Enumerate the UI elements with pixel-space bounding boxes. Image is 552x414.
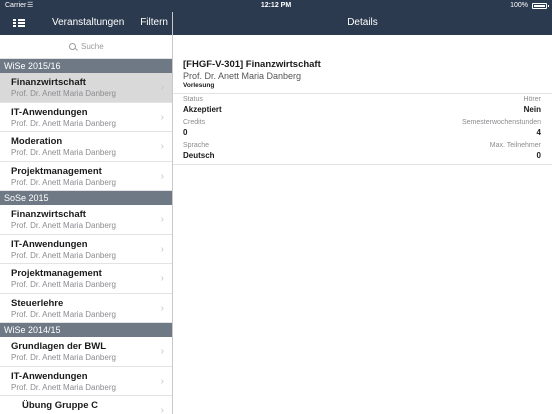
top-bar: Carrier ☰ 12:12 PM 100% Veranstaltungen … (0, 0, 552, 35)
field-value: Deutsch (183, 151, 215, 160)
field-label: Sprache (183, 142, 210, 149)
divider (173, 93, 552, 94)
course-list-item[interactable]: Finanzwirtschaft Prof. Dr. Anett Maria Da… (0, 205, 172, 235)
course-item-title: IT-Anwendungen (11, 106, 88, 118)
chevron-right-icon: › (160, 405, 164, 414)
search-icon (69, 43, 76, 50)
field-label: Credits (183, 119, 206, 126)
course-list-item[interactable]: Finanzwirtschaft Prof. Dr. Anett Maria Da… (0, 73, 172, 103)
course-item-title: Projektmanagement (11, 165, 102, 177)
course-list-item[interactable]: Projektmanagement Prof. Dr. Anett Maria D… (0, 264, 172, 294)
field-value: Nein (523, 105, 541, 114)
detail-nav-bar: Details (173, 12, 552, 35)
course-professor: Prof. Dr. Anett Maria Danberg (183, 71, 302, 81)
course-item-lecturer: Prof. Dr. Anett Maria Danberg (11, 148, 116, 157)
course-list-item[interactable]: Steuerlehre Prof. Dr. Anett Maria Danberg… (0, 294, 172, 323)
course-item-lecturer: Prof. Dr. Anett Maria Danberg (11, 250, 116, 260)
course-item-title: Grundlagen der BWL (11, 341, 106, 352)
chevron-right-icon: › (160, 243, 164, 255)
chevron-right-icon: › (160, 141, 164, 152)
field-value: 0 (183, 128, 188, 137)
course-item-lecturer: Prof. Dr. Anett Maria Danberg (11, 177, 116, 187)
divider (173, 164, 552, 165)
field-label: Status (183, 96, 203, 103)
detail-panel: [FHGF-V-301] Finanzwirtschaft Prof. Dr. … (173, 35, 552, 414)
master-nav-bar: Veranstaltungen Filtern (0, 12, 172, 35)
course-item-lecturer: Prof. Dr. Anett Maria Danberg (11, 89, 116, 98)
course-list-item[interactable]: IT-Anwendungen Prof. Dr. Anett Maria Danb… (0, 367, 172, 396)
course-item-title: IT-Anwendungen (11, 238, 88, 250)
chevron-right-icon: › (160, 302, 164, 314)
field-label: Hörer (523, 96, 541, 103)
detail-row: Sprache Deutsch Max. Teilnehmer 0 (183, 142, 541, 166)
battery-percent: 100% (510, 2, 528, 9)
course-header: [FHGF-V-301] Finanzwirtschaft Prof. Dr. … (183, 59, 321, 89)
course-item-title: Moderation (11, 136, 63, 147)
course-list-item[interactable]: IT-Anwendungen Prof. Dr. Anett Maria Danb… (0, 235, 172, 264)
course-item-title: Finanzwirtschaft (11, 77, 86, 88)
course-title: [FHGF-V-301] Finanzwirtschaft (183, 59, 321, 70)
course-item-title: IT-Anwendungen (11, 370, 88, 382)
course-item-lecturer: Prof. Dr. Anett Maria Danberg (11, 353, 116, 362)
search-bar[interactable]: Suche (0, 35, 172, 59)
chevron-right-icon: › (160, 111, 164, 123)
course-item-lecturer: Prof. Dr. Anett Maria Danberg (11, 280, 116, 289)
course-list-item[interactable]: Grundlagen der BWL Prof. Dr. Anett Maria … (0, 337, 172, 367)
clock: 12:12 PM (260, 2, 292, 9)
section-header: WiSe 2015/16 (0, 59, 172, 73)
chevron-right-icon: › (160, 375, 164, 387)
course-list-item[interactable]: IT-Anwendungen Prof. Dr. Anett Maria Danb… (0, 103, 172, 132)
chevron-right-icon: › (160, 82, 164, 93)
battery-icon (532, 3, 549, 9)
detail-row: Status Akzeptiert Hörer Nein (183, 96, 541, 120)
section-header: SoSe 2015 (0, 191, 172, 205)
course-item-lecturer: Prof. Dr. Anett Maria Danberg (11, 309, 116, 319)
status-bar: Carrier ☰ 12:12 PM 100% (0, 0, 552, 12)
field-value: 0 (536, 151, 541, 160)
chevron-right-icon: › (160, 273, 164, 284)
field-label: Semesterwochenstunden (462, 119, 541, 126)
section-header: WiSe 2014/15 (0, 323, 172, 337)
chevron-right-icon: › (160, 170, 164, 182)
filter-button[interactable]: Filtern (140, 17, 168, 28)
course-item-title: Finanzwirtschaft (11, 209, 86, 220)
course-list-item[interactable]: Übung Gruppe C › (0, 396, 172, 414)
course-item-lecturer: Prof. Dr. Anett Maria Danberg (11, 221, 116, 230)
chevron-right-icon: › (160, 214, 164, 225)
menu-icon[interactable] (13, 18, 25, 28)
field-value: Akzeptiert (183, 105, 222, 114)
course-item-title: Projektmanagement (11, 268, 102, 279)
course-item-title: Übung Gruppe C (22, 400, 98, 411)
detail-row: Credits 0 Semesterwochenstunden 4 (183, 119, 541, 143)
field-label: Max. Teilnehmer (489, 142, 541, 149)
course-list: Suche WiSe 2015/16 Finanzwirtschaft Prof. … (0, 35, 172, 414)
master-title: Veranstaltungen (52, 17, 125, 28)
detail-title: Details (347, 17, 378, 28)
course-item-lecturer: Prof. Dr. Anett Maria Danberg (11, 382, 116, 392)
search-placeholder: Suche (81, 42, 104, 51)
course-list-item[interactable]: Projektmanagement Prof. Dr. Anett Maria D… (0, 162, 172, 191)
course-type: Vorlesung (183, 82, 215, 89)
course-item-title: Steuerlehre (11, 297, 64, 309)
field-value: 4 (536, 128, 541, 137)
course-item-lecturer: Prof. Dr. Anett Maria Danberg (11, 118, 116, 128)
course-list-item[interactable]: Moderation Prof. Dr. Anett Maria Danberg › (0, 132, 172, 162)
chevron-right-icon: › (160, 346, 164, 357)
